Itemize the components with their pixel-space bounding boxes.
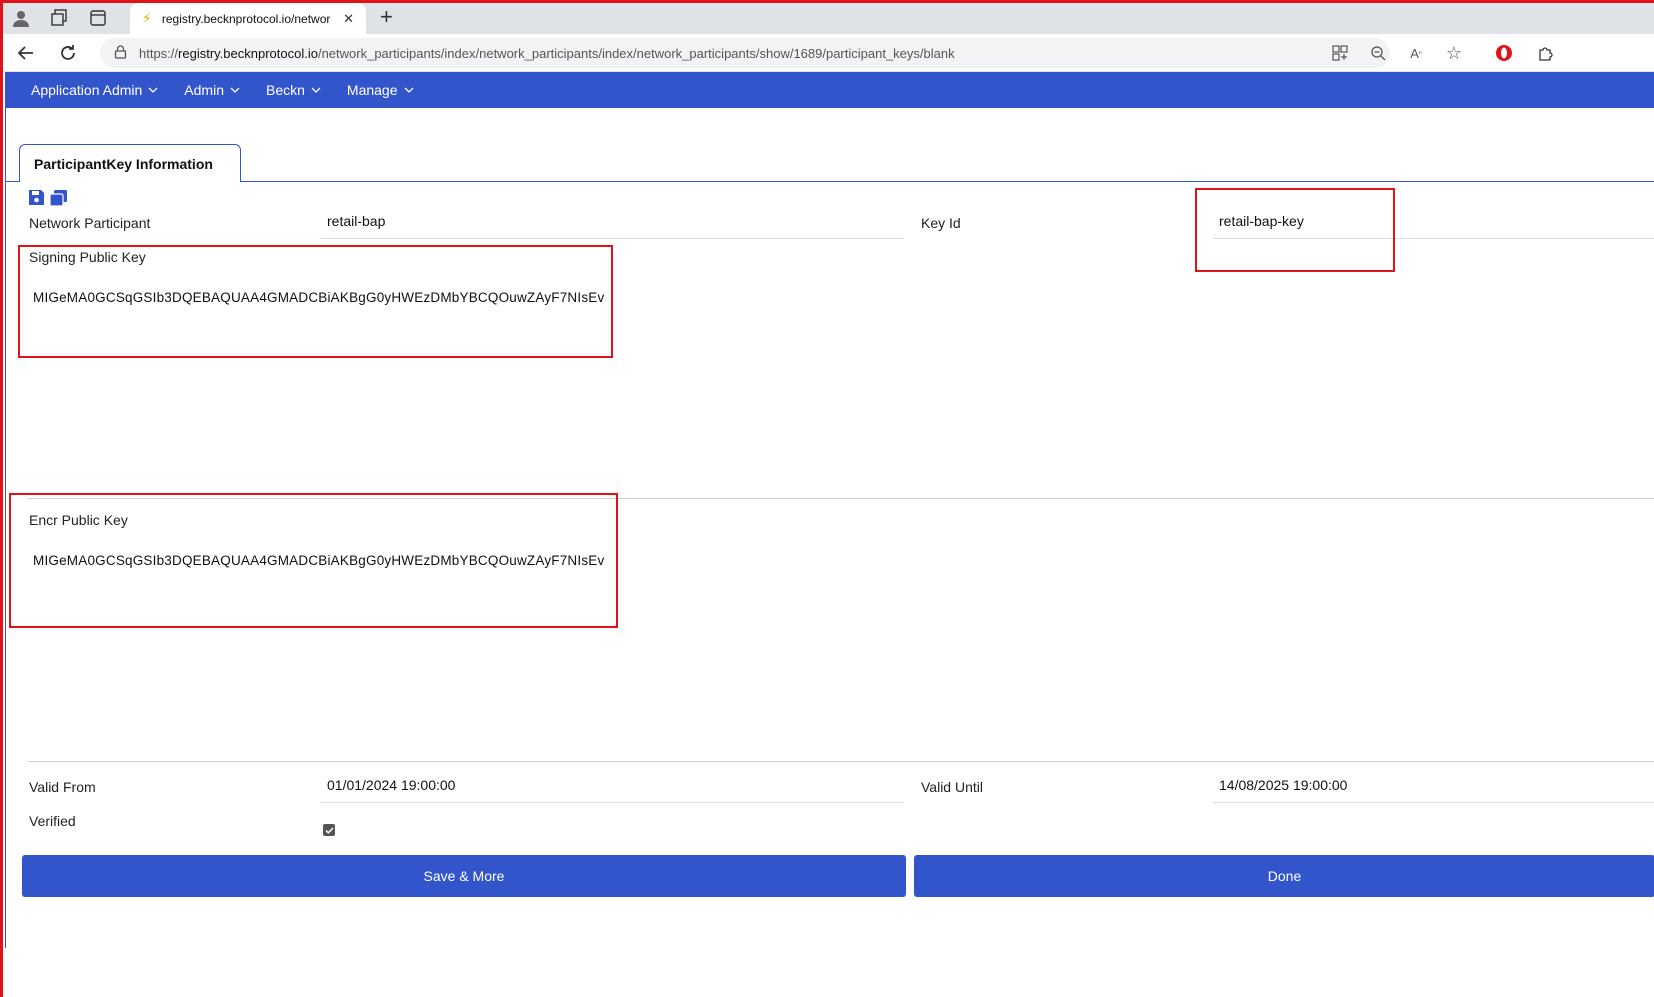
favorite-star-icon[interactable]: ☆ — [1444, 43, 1464, 63]
app-grid-icon[interactable] — [1330, 43, 1350, 63]
tab-actions-icon[interactable] — [87, 7, 109, 29]
network-participant-label: Network Participant — [29, 215, 151, 231]
read-aloud-icon[interactable]: Aⁿ — [1406, 43, 1426, 63]
menu-admin[interactable]: Admin — [184, 82, 240, 98]
opera-extension-icon[interactable] — [1494, 43, 1514, 63]
tab-close-icon[interactable]: ✕ — [343, 11, 354, 27]
refresh-icon[interactable] — [56, 41, 80, 65]
workspaces-icon[interactable] — [48, 7, 70, 29]
profile-icon[interactable] — [10, 7, 32, 29]
menu-manage[interactable]: Manage — [347, 82, 414, 98]
extensions-puzzle-icon[interactable] — [1536, 43, 1556, 63]
active-browser-tab[interactable]: ⚡ registry.becknprotocol.io/networ ✕ — [130, 3, 366, 34]
menu-application-admin[interactable]: Application Admin — [31, 82, 158, 98]
encr-key-divider — [28, 761, 1654, 762]
save-and-more-button[interactable]: Save & More — [22, 855, 906, 897]
chevron-down-icon — [311, 87, 321, 93]
valid-from-label: Valid From — [29, 779, 96, 795]
done-button[interactable]: Done — [914, 855, 1654, 897]
lock-icon[interactable] — [114, 44, 127, 62]
save-icon[interactable] — [28, 189, 45, 212]
new-tab-icon[interactable]: + — [380, 4, 393, 30]
tab-divider — [6, 181, 1654, 182]
highlight-box-signing-key — [18, 245, 613, 358]
valid-from-field[interactable]: 01/01/2024 19:00:00 — [321, 771, 904, 803]
chevron-down-icon — [404, 87, 413, 93]
verified-label: Verified — [29, 813, 76, 829]
app-menu-bar: Application Admin Admin Beckn Manage — [5, 72, 1654, 108]
valid-until-label: Valid Until — [921, 779, 983, 795]
tab-title: registry.becknprotocol.io/networ — [161, 11, 331, 26]
highlight-box-encr-key — [9, 493, 618, 628]
highlight-frame-left — [0, 0, 3, 997]
chevron-down-icon — [148, 87, 158, 93]
browser-toolbar: https://registry.becknprotocol.io/networ… — [0, 34, 1654, 72]
browser-tabstrip: ⚡ registry.becknprotocol.io/networ ✕ + — [0, 0, 1654, 34]
verified-checkbox[interactable] — [323, 824, 335, 836]
form-toolbar — [28, 189, 68, 212]
url-text: https://registry.becknprotocol.io/networ… — [139, 45, 955, 61]
lightning-favicon-icon: ⚡ — [142, 10, 152, 26]
valid-until-field[interactable]: 14/08/2025 19:00:00 — [1213, 771, 1654, 803]
tab-participantkey-information[interactable]: ParticipantKey Information — [19, 144, 241, 182]
network-participant-field[interactable]: retail-bap — [321, 207, 904, 239]
highlight-box-key-id — [1195, 188, 1395, 272]
address-bar[interactable]: https://registry.becknprotocol.io/networ… — [100, 38, 1390, 68]
highlight-frame-top — [0, 0, 1654, 3]
key-id-label: Key Id — [921, 215, 961, 231]
zoom-out-icon[interactable] — [1368, 43, 1388, 63]
checkmark-icon — [324, 826, 334, 834]
back-arrow-icon[interactable] — [14, 41, 38, 65]
chevron-down-icon — [230, 87, 240, 93]
menu-beckn[interactable]: Beckn — [266, 82, 321, 98]
copy-icon[interactable] — [49, 189, 68, 212]
